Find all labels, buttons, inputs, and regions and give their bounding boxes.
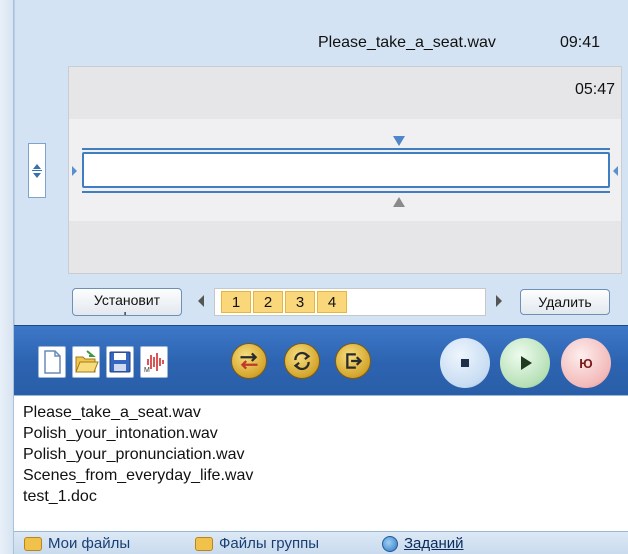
list-item[interactable]: Polish_your_pronunciation.wav — [23, 444, 628, 465]
stop-icon — [440, 338, 490, 388]
list-item[interactable]: Please_take_a_seat.wav — [23, 402, 628, 423]
track-left-arrow-icon — [72, 166, 77, 176]
svg-text:M: M — [144, 367, 150, 374]
resize-divider — [32, 170, 42, 171]
track-top-line — [82, 148, 610, 150]
track-number-1[interactable]: 1 — [221, 291, 251, 313]
set-button[interactable]: Установит ь — [72, 288, 182, 316]
tab-group-files[interactable]: Файлы группы — [195, 535, 319, 552]
audio-waveform-icon[interactable]: M — [140, 346, 168, 378]
set-button-label-wrap: ь — [123, 307, 131, 316]
play-icon — [500, 338, 550, 388]
bottom-tabs: Мои файлы Файлы группы Заданий — [14, 531, 628, 554]
prev-track-arrow-icon[interactable] — [198, 295, 204, 307]
delete-button[interactable]: Удалить — [520, 289, 610, 315]
globe-icon — [382, 535, 398, 552]
shuffle-icon[interactable] — [231, 343, 267, 379]
position-marker-top-icon[interactable] — [393, 136, 405, 146]
resize-up-icon — [33, 164, 41, 169]
file-list: Please_take_a_seat.wav Polish_your_inton… — [14, 395, 628, 531]
vertical-resize-handle[interactable] — [28, 143, 46, 198]
track-number-3[interactable]: 3 — [285, 291, 315, 313]
resize-down-icon — [33, 173, 41, 178]
current-file-name: Please_take_a_seat.wav — [318, 34, 496, 51]
record-button-label: Ю — [579, 355, 593, 371]
repeat-icon[interactable] — [284, 343, 320, 379]
tab-label: Заданий — [404, 535, 464, 552]
track-bottom-line — [82, 191, 610, 193]
playback-track[interactable] — [82, 152, 610, 188]
total-duration: 09:41 — [560, 34, 601, 51]
record-icon: Ю — [561, 338, 611, 388]
play-button[interactable] — [500, 338, 550, 388]
save-icon[interactable] — [106, 346, 134, 378]
list-item[interactable]: test_1.doc — [23, 486, 628, 507]
group-folder-icon — [195, 536, 213, 551]
current-position: 05:47 — [574, 81, 615, 98]
open-folder-icon[interactable] — [72, 346, 100, 378]
new-document-icon[interactable] — [38, 346, 66, 378]
record-button[interactable]: Ю — [561, 338, 611, 388]
tab-my-files[interactable]: Мои файлы — [24, 535, 130, 552]
list-item[interactable]: Scenes_from_everyday_life.wav — [23, 465, 628, 486]
list-item[interactable]: Polish_your_intonation.wav — [23, 423, 628, 444]
track-number-4[interactable]: 4 — [317, 291, 347, 313]
track-selector: 1 2 3 4 — [214, 288, 486, 316]
tab-label: Файлы группы — [219, 535, 319, 552]
left-edge — [0, 0, 14, 554]
track-right-arrow-icon — [613, 166, 618, 176]
tab-assignments[interactable]: Заданий — [382, 535, 464, 552]
track-number-2[interactable]: 2 — [253, 291, 283, 313]
tab-label: Мои файлы — [48, 535, 131, 552]
next-track-arrow-icon[interactable] — [496, 295, 502, 307]
stop-button[interactable] — [440, 338, 490, 388]
app-window: Please_take_a_seat.wav 09:41 05:47 Устан… — [0, 0, 628, 554]
exit-icon[interactable] — [335, 343, 371, 379]
users-folder-icon — [24, 536, 42, 551]
position-marker-bottom-icon[interactable] — [393, 197, 405, 207]
